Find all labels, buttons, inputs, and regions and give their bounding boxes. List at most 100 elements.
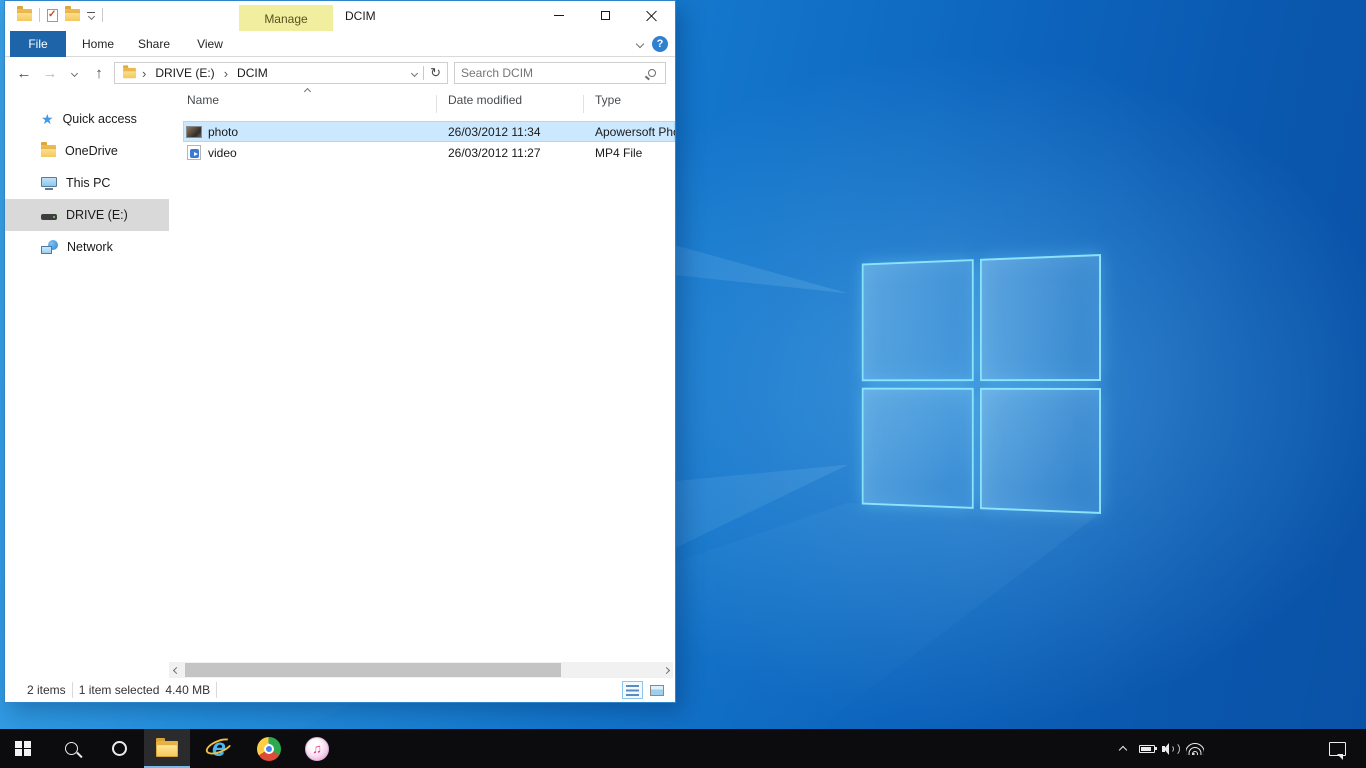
taskbar-itunes-button[interactable]: ♫ xyxy=(294,729,340,768)
sidebar-item-drive-e[interactable]: DRIVE (E:) xyxy=(5,199,169,231)
search-icon[interactable] xyxy=(648,69,656,77)
selection-size: 4.40 MB xyxy=(165,683,216,697)
taskbar-chrome-button[interactable] xyxy=(246,729,292,768)
file-row-photo[interactable]: photo 26/03/2012 11:34 Apowersoft Pho xyxy=(183,121,675,142)
taskbar: e ♫ xyxy=(0,729,1366,768)
customize-qat-arrow[interactable] xyxy=(87,12,95,19)
divider xyxy=(216,682,217,698)
file-explorer-icon xyxy=(156,741,178,757)
sidebar-item-quick-access[interactable]: ★ Quick access xyxy=(5,103,169,135)
maximize-icon xyxy=(601,11,610,20)
cortana-button[interactable] xyxy=(96,729,142,768)
tab-share[interactable]: Share xyxy=(125,31,183,57)
video-file-icon xyxy=(187,145,201,160)
file-explorer-window: ✓ Manage DCIM File Home Share View P xyxy=(4,0,676,703)
forward-button[interactable]: → xyxy=(37,58,63,88)
minimize-button[interactable] xyxy=(536,1,582,30)
properties-icon[interactable]: ✓ xyxy=(47,9,58,22)
sidebar-item-this-pc[interactable]: This PC xyxy=(5,167,169,199)
file-name: video xyxy=(205,146,445,160)
contextual-tab-group-manage[interactable]: Manage xyxy=(239,5,333,32)
recent-locations-button[interactable] xyxy=(65,58,83,88)
large-icons-view-icon xyxy=(650,685,664,696)
action-center-button[interactable] xyxy=(1322,729,1352,768)
large-icons-view-button[interactable] xyxy=(646,681,667,699)
title-bar[interactable]: ✓ Manage DCIM xyxy=(5,1,675,31)
sidebar-item-label: DRIVE (E:) xyxy=(66,208,128,222)
column-header-name[interactable]: Name xyxy=(187,93,219,107)
expand-ribbon-chevron-icon[interactable] xyxy=(636,40,644,48)
wifi-indicator[interactable] xyxy=(1183,729,1207,768)
sidebar-item-label: This PC xyxy=(66,176,110,190)
up-button[interactable]: ↑ xyxy=(87,58,111,88)
help-button[interactable]: ? xyxy=(652,36,668,52)
close-icon xyxy=(646,10,657,21)
chevron-down-icon xyxy=(70,69,77,76)
battery-indicator[interactable] xyxy=(1135,729,1159,768)
divider xyxy=(102,8,103,22)
cortana-circle-icon xyxy=(112,741,127,756)
details-view-button[interactable] xyxy=(622,681,643,699)
details-view-icon xyxy=(626,685,639,696)
column-divider[interactable] xyxy=(583,95,584,113)
column-header-type[interactable]: Type xyxy=(595,93,621,107)
onedrive-folder-icon xyxy=(41,145,56,157)
scroll-left-arrow-icon[interactable] xyxy=(172,666,179,673)
windows-logo-pane xyxy=(862,259,974,381)
tab-view[interactable]: View xyxy=(183,31,237,57)
search-input[interactable] xyxy=(455,66,648,80)
this-pc-monitor-icon xyxy=(41,177,57,190)
horizontal-scrollbar[interactable] xyxy=(169,662,673,678)
volume-indicator[interactable] xyxy=(1159,729,1183,768)
divider xyxy=(423,66,424,80)
itunes-icon: ♫ xyxy=(305,737,329,761)
chevron-up-icon xyxy=(1119,746,1127,754)
close-button[interactable] xyxy=(628,1,674,30)
sidebar-item-label: Quick access xyxy=(63,112,137,126)
taskbar-file-explorer-button[interactable] xyxy=(144,729,190,768)
file-name: photo xyxy=(205,125,445,139)
breadcrumb-separator: › xyxy=(140,66,148,81)
windows-logo xyxy=(862,254,1101,514)
speaker-icon xyxy=(1162,742,1180,756)
window-folder-icon xyxy=(17,9,32,21)
show-hidden-icons-button[interactable] xyxy=(1111,729,1135,768)
divider xyxy=(39,8,40,22)
breadcrumb-separator: › xyxy=(222,66,230,81)
breadcrumb-folder[interactable]: DCIM xyxy=(230,63,275,83)
photo-thumbnail-icon xyxy=(186,126,202,138)
tab-home[interactable]: Home xyxy=(71,31,125,57)
view-toggle-buttons xyxy=(622,681,667,699)
refresh-button[interactable]: ↻ xyxy=(430,65,441,81)
address-bar[interactable]: › DRIVE (E:) › DCIM ↻ xyxy=(114,62,448,84)
network-icon xyxy=(41,240,58,254)
ribbon-tab-row: File Home Share View Picture Tools ? xyxy=(5,31,675,57)
scrollbar-thumb[interactable] xyxy=(185,663,561,677)
drive-icon xyxy=(41,214,57,220)
address-history-chevron-icon[interactable] xyxy=(411,69,418,76)
quick-access-toolbar: ✓ xyxy=(17,8,103,22)
taskbar-search-button[interactable] xyxy=(48,729,94,768)
sidebar-item-network[interactable]: Network xyxy=(5,231,169,263)
breadcrumb-drive[interactable]: DRIVE (E:) xyxy=(148,63,221,83)
file-list: photo 26/03/2012 11:34 Apowersoft Pho vi… xyxy=(183,121,675,163)
windows-logo-pane xyxy=(862,387,974,509)
navigation-bar: ← → ↑ › DRIVE (E:) › DCIM ↻ xyxy=(5,58,675,88)
desktop: ✓ Manage DCIM File Home Share View P xyxy=(0,0,1366,768)
scroll-right-arrow-icon[interactable] xyxy=(662,666,669,673)
start-button[interactable] xyxy=(0,729,46,768)
tab-file[interactable]: File xyxy=(10,31,66,57)
file-row-video[interactable]: video 26/03/2012 11:27 MP4 File xyxy=(183,142,675,163)
column-header-date-modified[interactable]: Date modified xyxy=(448,93,522,107)
windows-start-icon xyxy=(15,741,31,757)
new-folder-icon[interactable] xyxy=(65,9,80,21)
sidebar-item-onedrive[interactable]: OneDrive xyxy=(5,135,169,167)
search-box[interactable] xyxy=(454,62,666,84)
maximize-button[interactable] xyxy=(582,1,628,30)
file-type: Apowersoft Pho xyxy=(595,125,675,139)
windows-logo-pane xyxy=(980,387,1101,514)
taskbar-internet-explorer-button[interactable]: e xyxy=(196,729,242,768)
column-divider[interactable] xyxy=(436,95,437,113)
back-button[interactable]: ← xyxy=(11,58,37,88)
breadcrumb-root[interactable] xyxy=(115,63,140,83)
